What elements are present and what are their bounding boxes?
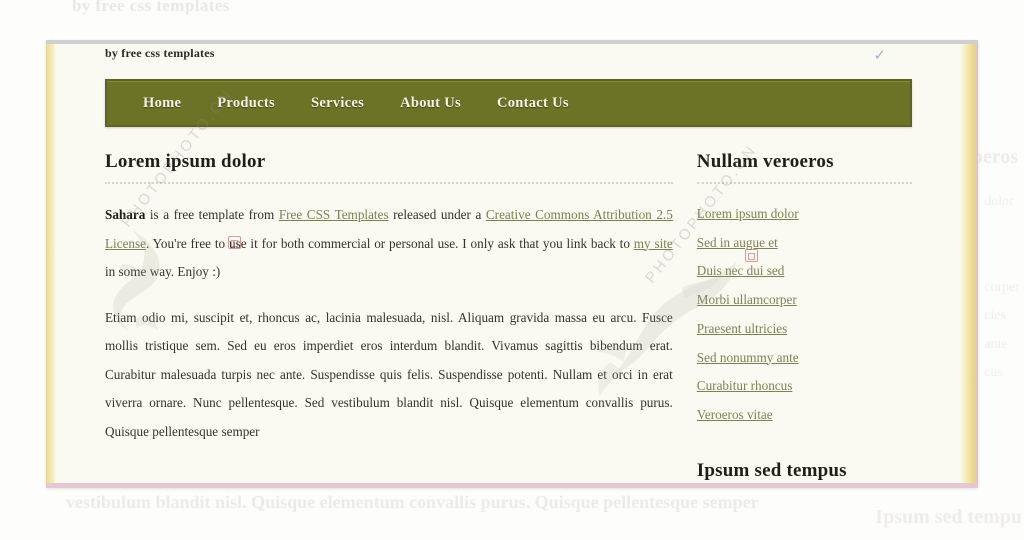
background-list-item: dolor	[984, 194, 1014, 209]
sidebar-link-sed-in-augue-et[interactable]: Sed in augue et	[697, 235, 778, 250]
list-item: Sed nonummy ante	[697, 344, 912, 373]
background-list-item: corper	[984, 279, 1020, 295]
content-columns: Lorem ipsum dolor Sahara is a free templ…	[105, 151, 912, 482]
heading-divider	[105, 182, 673, 184]
list-item: Sed in augue et	[697, 229, 912, 258]
background-sidebar-list: dolor corper cies ante cus	[984, 188, 1020, 416]
photo-frame: by free css templates ✓ Home Products Se…	[46, 40, 978, 488]
background-list-item	[984, 245, 1020, 274]
screenshot-stage: by free css templates eroeros dolor corp…	[0, 0, 1024, 540]
list-item: Praesent ultricies	[697, 315, 912, 344]
sidebar-heading-1: Nullam veroeros	[696, 151, 834, 172]
intro-text-1: is a free template from	[145, 207, 279, 222]
nav-item-about-us[interactable]: About Us	[382, 91, 479, 116]
list-item: Curabitur rhoncus	[697, 372, 912, 401]
nav-item-services[interactable]: Services	[293, 91, 382, 116]
background-list-item: cies	[984, 308, 1006, 323]
header-check-icon: ✓	[873, 48, 886, 64]
sidebar-link-curabitur-rhoncus[interactable]: Curabitur rhoncus	[697, 378, 793, 393]
link-my-site[interactable]: my site	[634, 236, 673, 251]
list-item: Duis nec dui sed	[697, 257, 912, 286]
intro-text-4: in some way. Enjoy :)	[105, 264, 221, 279]
frame-right-stripe	[960, 44, 978, 483]
frame-left-stripe	[46, 44, 55, 483]
main-content-column: Lorem ipsum dolor Sahara is a free templ…	[105, 151, 673, 482]
main-navigation: Home Products Services About Us Contact …	[105, 79, 912, 127]
sidebar-link-duis-nec-dui-sed[interactable]: Duis nec dui sed	[697, 263, 785, 278]
photo-frame-inner: by free css templates ✓ Home Products Se…	[46, 44, 978, 488]
nav-item-contact-us[interactable]: Contact Us	[479, 91, 587, 116]
body-paragraph-2: Etiam odio mi, suscipit et, rhoncus ac, …	[105, 309, 673, 439]
sidebar-heading-2: Ipsum sed tempus	[696, 459, 847, 481]
background-sidebar-heading-2: Ipsum sed tempu	[875, 506, 1022, 528]
background-tagline: by free css templates	[72, 0, 230, 15]
sidebar-link-morbi-ullamcorper[interactable]: Morbi ullamcorper	[697, 292, 797, 307]
sidebar-link-list: Lorem ipsum dolor Sed in augue et Duis n…	[697, 200, 912, 430]
intro-text-2: released under a	[388, 207, 486, 222]
intro-paragraph: Sahara is a free template from Free CSS …	[105, 201, 673, 287]
background-list-item	[984, 388, 1020, 417]
background-list-item: cus	[984, 365, 1003, 380]
background-list-item: ante	[984, 336, 1008, 352]
intro-strong: Sahara	[105, 207, 146, 222]
nav-item-products[interactable]: Products	[199, 91, 293, 116]
intro-text-3: . You're free to use it for both commerc…	[146, 235, 634, 251]
background-list-item	[984, 217, 1020, 246]
main-heading: Lorem ipsum dolor	[105, 151, 266, 172]
sidebar-link-sed-nonummy-ante[interactable]: Sed nonummy ante	[697, 350, 799, 365]
background-bottom-paragraph: vestibulum blandit nisl. Quisque element…	[66, 492, 759, 512]
sidebar-column: Nullam veroeros Lorem ipsum dolor Sed in…	[696, 151, 912, 482]
sidebar-link-praesent-ultricies[interactable]: Praesent ultricies	[697, 321, 787, 336]
list-item: Morbi ullamcorper	[697, 286, 912, 315]
sidebar-heading-divider	[696, 182, 912, 184]
list-item: Veroeros vitae	[697, 401, 912, 430]
list-item: Lorem ipsum dolor	[697, 200, 912, 229]
link-free-css-templates[interactable]: Free CSS Templates	[279, 207, 389, 222]
web-page: by free css templates ✓ Home Products Se…	[55, 44, 960, 483]
sidebar-link-veroeros-vitae[interactable]: Veroeros vitae	[697, 407, 773, 422]
site-tagline: by free css templates	[105, 46, 215, 60]
nav-item-home[interactable]: Home	[125, 91, 199, 116]
sidebar-link-lorem-ipsum-dolor[interactable]: Lorem ipsum dolor	[697, 206, 799, 221]
